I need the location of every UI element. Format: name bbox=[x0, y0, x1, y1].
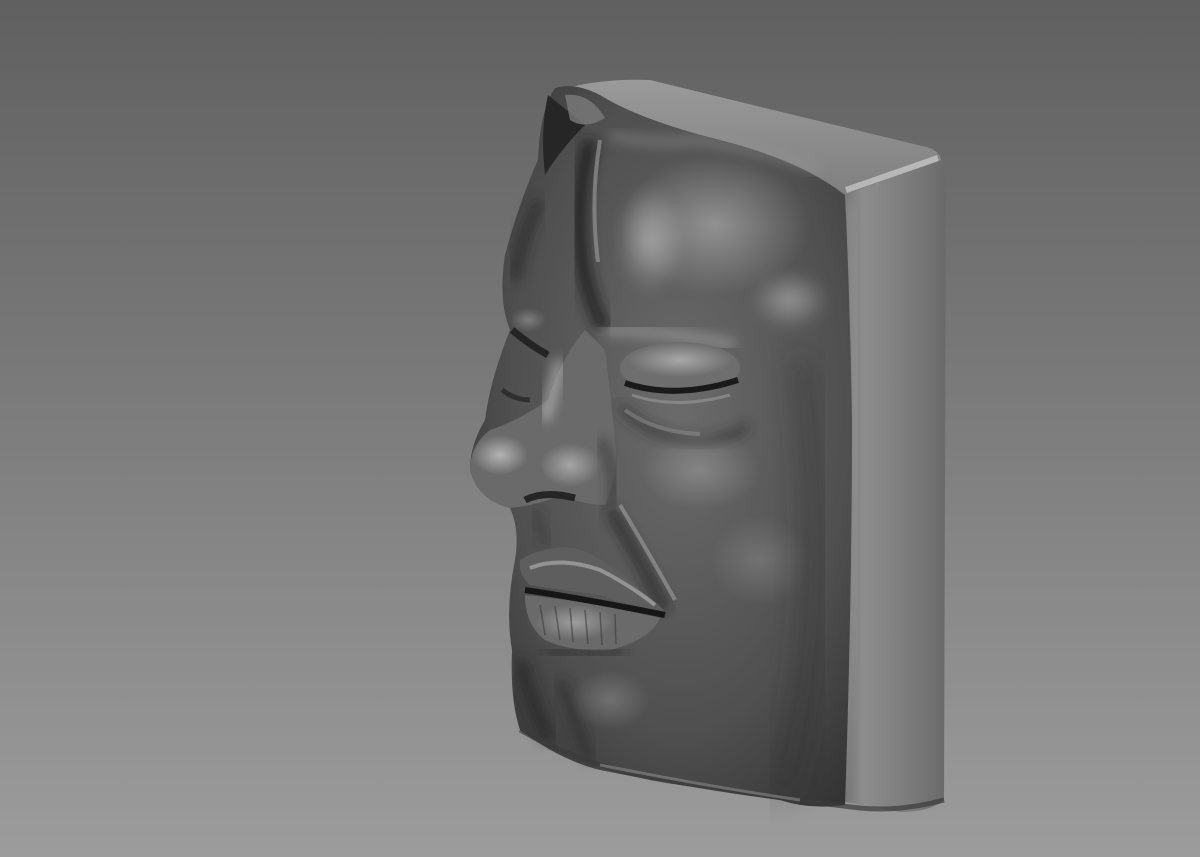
sculpted-face-block bbox=[470, 79, 947, 812]
render-viewport bbox=[0, 0, 1200, 857]
